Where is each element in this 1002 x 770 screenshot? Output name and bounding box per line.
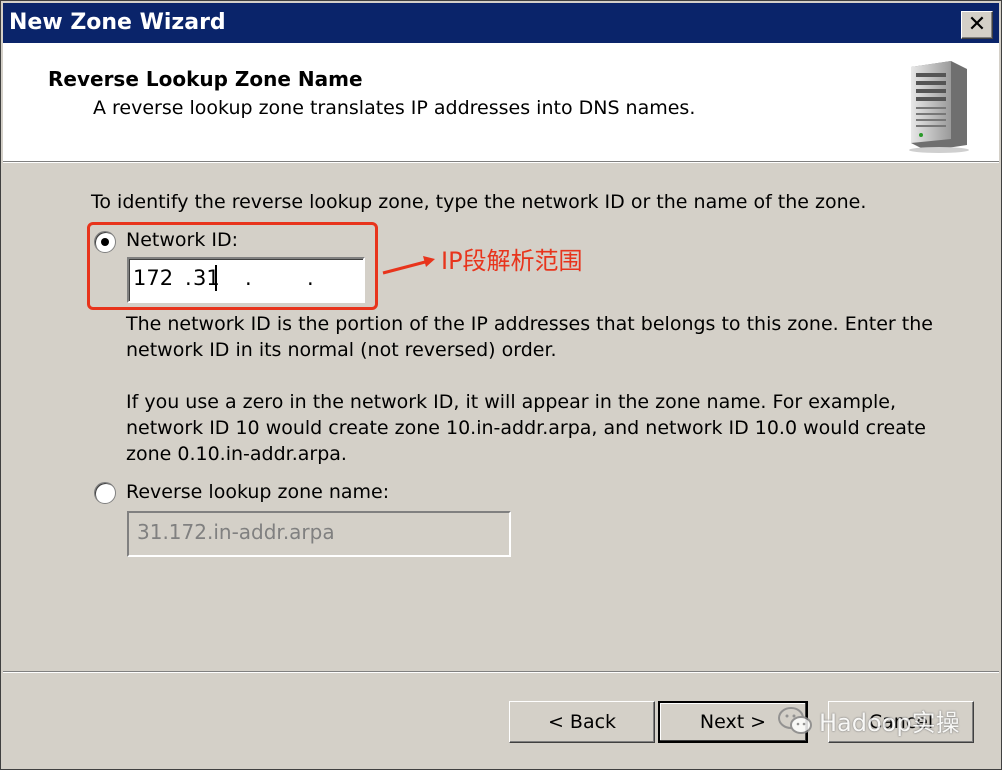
page-title: Reverse Lookup Zone Name bbox=[48, 67, 363, 91]
help-text-line: If you use a zero in the network ID, it … bbox=[126, 391, 897, 413]
back-button[interactable]: < Back bbox=[509, 701, 655, 743]
close-icon: ✕ bbox=[967, 12, 987, 37]
annotation-label: IP段解析范围 bbox=[441, 247, 583, 275]
wechat-icon bbox=[778, 706, 812, 734]
zone-name-radio[interactable] bbox=[94, 482, 116, 504]
annotation-arrow-icon bbox=[382, 256, 435, 275]
page-subtitle: A reverse lookup zone translates IP addr… bbox=[93, 97, 696, 119]
new-zone-wizard-window: New Zone Wizard ✕ Reverse Lookup Zone Na… bbox=[0, 0, 1002, 770]
title-bar[interactable]: New Zone Wizard ✕ bbox=[3, 3, 999, 43]
zone-name-value: 31.172.in-addr.arpa bbox=[137, 520, 335, 544]
help-text-line: The network ID is the portion of the IP … bbox=[126, 313, 933, 335]
zone-name-label: Reverse lookup zone name: bbox=[126, 481, 390, 503]
wizard-header: Reverse Lookup Zone Name A reverse looku… bbox=[3, 43, 999, 162]
annotation-highlight-box bbox=[87, 222, 378, 310]
header-divider bbox=[3, 162, 999, 163]
help-text-line: network ID 10 would create zone 10.in-ad… bbox=[126, 417, 926, 439]
help-text-line: zone 0.10.in-addr.arpa. bbox=[126, 443, 347, 465]
close-button[interactable]: ✕ bbox=[961, 11, 993, 39]
watermark: Hadoop实操 bbox=[777, 703, 960, 738]
watermark-text: Hadoop实操 bbox=[819, 709, 960, 737]
help-text-line: network ID in its normal (not reversed) … bbox=[126, 339, 557, 361]
window-title: New Zone Wizard bbox=[9, 10, 226, 35]
intro-text: To identify the reverse lookup zone, typ… bbox=[91, 191, 867, 213]
footer-divider-highlight bbox=[3, 672, 999, 673]
server-icon bbox=[909, 61, 969, 153]
zone-name-input[interactable]: 31.172.in-addr.arpa bbox=[127, 511, 511, 557]
